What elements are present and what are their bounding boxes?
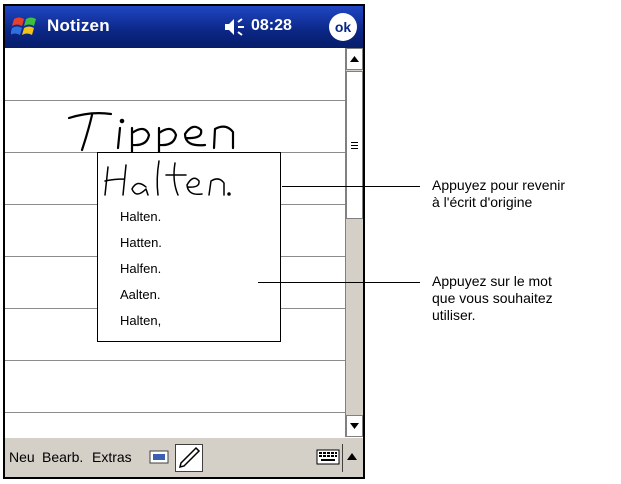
arrow-down-icon <box>350 423 359 429</box>
ok-button[interactable]: ok <box>329 13 357 41</box>
callout-line-text: Appuyez pour revenir <box>432 177 566 193</box>
arrow-up-icon <box>350 56 359 62</box>
suggestion-item[interactable]: Halfen. <box>120 261 161 276</box>
callout-revert: Appuyez pour revenir à l'écrit d'origine <box>432 177 565 211</box>
suggestion-list: Halten. Hatten. Halfen. Aalten. Halten, <box>97 152 281 342</box>
suggestion-item[interactable]: Aalten. <box>120 287 160 302</box>
grip-icon <box>351 141 358 143</box>
windows-flag-icon[interactable] <box>11 14 39 40</box>
keyboard-icon[interactable] <box>316 449 340 465</box>
title-bar: Notizen 08:28 ok <box>5 6 363 48</box>
scroll-thumb[interactable] <box>346 71 363 219</box>
suggestion-item[interactable]: Halten, <box>120 313 161 328</box>
callout-line-revert <box>282 186 420 187</box>
menu-item-extras[interactable]: Extras <box>92 449 132 465</box>
ruled-line <box>5 100 345 101</box>
callout-line-choose <box>258 282 420 283</box>
pen-icon[interactable] <box>175 444 203 472</box>
pen-glyph-icon <box>178 446 201 469</box>
scroll-down-button[interactable] <box>346 415 363 437</box>
menu-item-bearb[interactable]: Bearb. <box>42 449 83 465</box>
menu-bar: Neu Bearb. Extras <box>5 437 363 477</box>
callout-line-text: à l'écrit d'origine <box>432 194 533 210</box>
ruled-line <box>5 412 345 413</box>
callout-line-text: que vous souhaitez <box>432 290 553 306</box>
clock[interactable]: 08:28 <box>251 17 292 35</box>
ruled-line <box>5 360 345 361</box>
vertical-scrollbar[interactable] <box>345 48 363 437</box>
original-ink-word[interactable] <box>102 157 280 199</box>
pocket-pc-screen: Notizen 08:28 ok Halten. Hatten. Halfen.… <box>3 4 365 479</box>
menu-item-neu[interactable]: Neu <box>9 449 35 465</box>
app-title: Notizen <box>47 16 110 35</box>
suggestion-item[interactable]: Hatten. <box>120 235 162 250</box>
recorder-icon[interactable] <box>149 449 169 465</box>
divider <box>342 444 343 472</box>
callout-line-text: utiliser. <box>432 307 476 323</box>
callout-choose: Appuyez sur le mot que vous souhaitez ut… <box>432 273 553 324</box>
callout-line-text: Appuyez sur le mot <box>432 273 552 289</box>
input-menu-arrow-icon[interactable] <box>347 453 357 460</box>
speaker-icon[interactable] <box>223 17 245 37</box>
scroll-up-button[interactable] <box>346 48 363 70</box>
suggestion-item[interactable]: Halten. <box>120 209 161 224</box>
